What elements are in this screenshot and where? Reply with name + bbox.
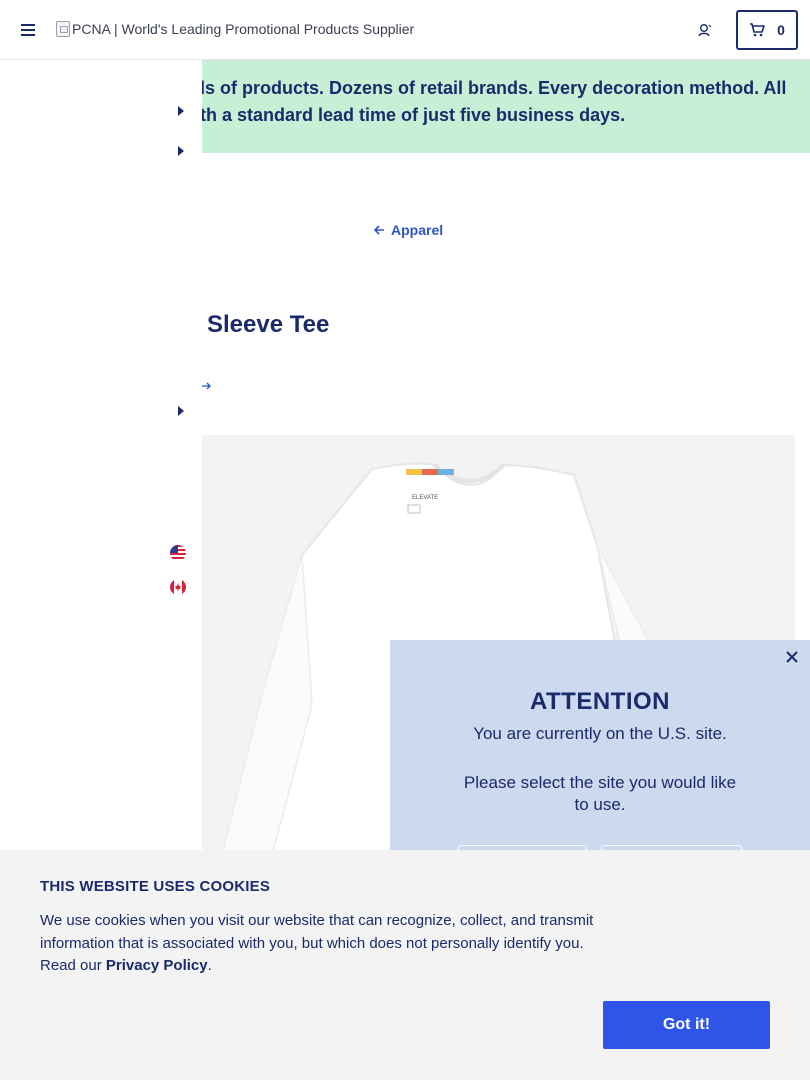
site-logo[interactable]: PCNA | World's Leading Promotional Produ… — [56, 21, 414, 37]
accept-cookies-button[interactable]: Got it! — [603, 1001, 770, 1049]
cookie-period: . — [207, 957, 212, 974]
modal-select-site-text: Please select the site you would like to… — [463, 773, 737, 814]
close-icon[interactable] — [784, 649, 800, 665]
menu-button[interactable] — [14, 16, 42, 44]
menu-icon — [21, 24, 35, 36]
us-flag-icon[interactable] — [170, 545, 186, 561]
caret-right-icon[interactable] — [177, 406, 185, 416]
promo-banner-text: ls of products. Dozens of retail brands.… — [200, 78, 787, 125]
back-link-label: Apparel — [391, 222, 444, 238]
canada-flag-icon[interactable] — [170, 579, 186, 595]
modal-title: ATTENTION — [529, 688, 671, 715]
modal-current-site-text: You are currently on the U.S. site. — [473, 724, 727, 743]
caret-right-icon[interactable] — [177, 106, 185, 116]
site-header: PCNA | World's Leading Promotional Produ… — [0, 0, 810, 60]
user-icon — [698, 24, 712, 37]
account-button[interactable] — [694, 19, 716, 41]
cart-icon — [750, 23, 765, 37]
cookie-text: We use cookies when you visit our websit… — [40, 910, 610, 978]
site-selection-modal: ATTENTION You are currently on the U.S. … — [390, 640, 810, 850]
logo-alt-text: PCNA | World's Leading Promotional Produ… — [72, 21, 415, 37]
privacy-policy-link[interactable]: Privacy Policy — [106, 957, 208, 974]
arrow-left-icon — [374, 225, 384, 235]
cookie-title: THIS WEBSITE USES COOKIES — [40, 878, 271, 895]
cart-button[interactable]: 0 — [736, 10, 798, 50]
product-title: Sleeve Tee — [207, 311, 330, 338]
arrow-right-icon[interactable] — [202, 381, 212, 391]
cart-count: 0 — [777, 22, 785, 38]
back-to-apparel-link[interactable]: Apparel — [374, 222, 443, 238]
tee-tag-text: ELEVATE — [412, 495, 438, 501]
caret-right-icon[interactable] — [177, 146, 185, 156]
cookie-consent-banner: THIS WEBSITE USES COOKIES We use cookies… — [0, 850, 810, 1080]
side-navigation — [0, 60, 202, 850]
broken-image-icon — [56, 21, 70, 37]
